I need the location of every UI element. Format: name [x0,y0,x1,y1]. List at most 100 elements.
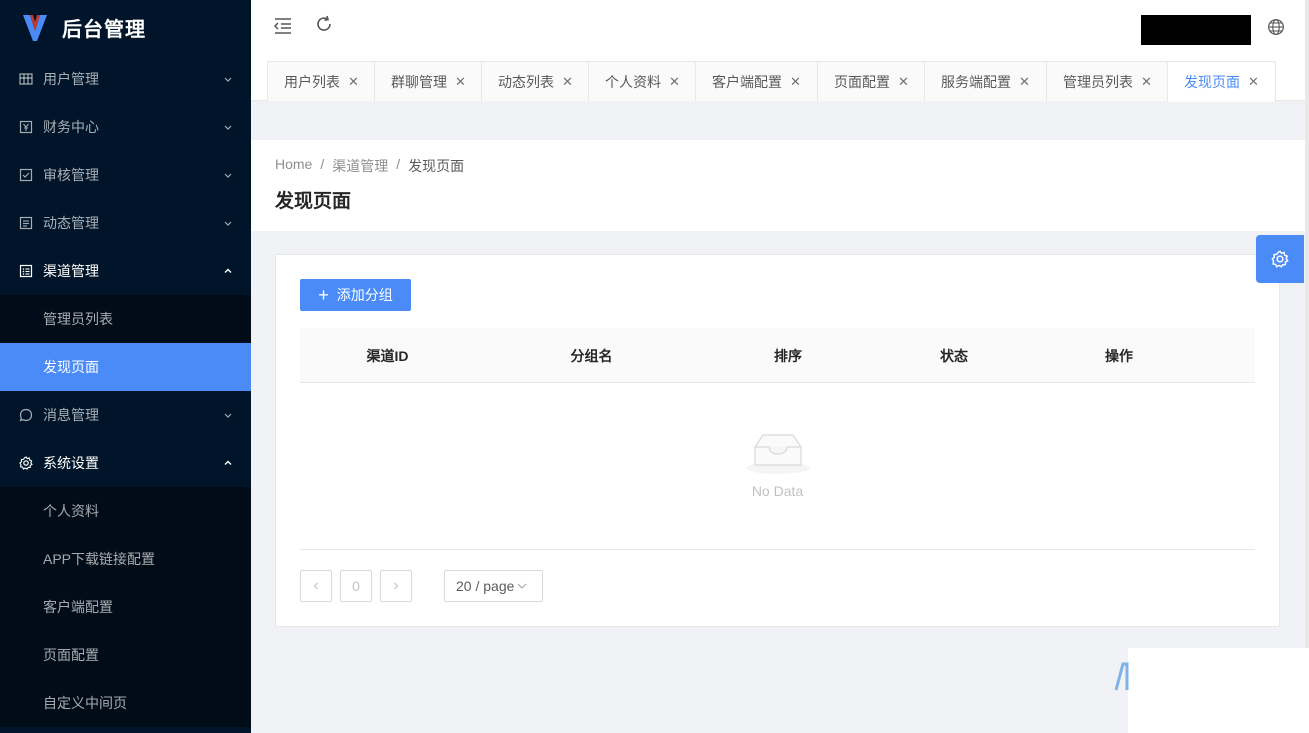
close-icon[interactable]: ✕ [1248,74,1259,90]
chevron-up-icon [223,458,233,468]
chevron-down-icon [223,410,233,420]
sidebar-item-custom-middle-page[interactable]: 自定义中间页 [0,679,251,727]
empty-text: No Data [751,483,804,499]
column-header-status[interactable]: 状态 [868,328,1040,383]
watermark-icon [1114,662,1129,691]
chevron-down-icon [223,218,233,228]
check-square-icon [19,168,33,182]
close-icon[interactable]: ✕ [790,74,801,90]
sidebar-item-label: 动态管理 [43,215,99,231]
globe-icon[interactable] [1267,18,1285,36]
tab-client-config[interactable]: 客户端配置 ✕ [695,61,818,101]
table-empty: No Data [300,383,1255,550]
tab-bar: 用户列表 ✕ 群聊管理 ✕ 动态列表 ✕ 个人资料 ✕ 客户端配置 ✕ 页面配置 ✕ 服务端… [251,56,1305,102]
setting-icon [19,456,33,470]
tab-profile[interactable]: 个人资料 ✕ [588,61,697,101]
tab-label: 群聊管理 [391,73,447,90]
close-icon[interactable]: ✕ [348,74,359,90]
sidebar-item-label: 系统设置 [43,455,99,471]
sidebar-item-review[interactable]: 审核管理 [0,151,251,199]
column-header-channel-id[interactable]: 渠道ID [300,328,475,383]
message-icon [19,408,33,422]
chevron-down-icon [223,122,233,132]
currency-icon [19,120,33,134]
tab-label: 服务端配置 [941,73,1011,90]
add-group-button[interactable]: + 添加分组 [300,279,411,311]
tab-group-chat[interactable]: 群聊管理 ✕ [374,61,483,101]
sidebar-item-label: 财务中心 [43,119,99,135]
profile-icon [19,264,33,278]
chevron-left-icon [313,582,318,590]
tab-label: 页面配置 [834,73,890,90]
close-icon[interactable]: ✕ [898,74,909,90]
tab-user-list[interactable]: 用户列表 ✕ [267,61,376,101]
sidebar-item-page-config[interactable]: 页面配置 [0,631,251,679]
breadcrumb-current: 发现页面 [408,158,465,174]
tab-server-config[interactable]: 服务端配置 ✕ [924,61,1047,101]
submenu-system-settings: 个人资料 APP下载链接配置 客户端配置 页面配置 自定义中间页 [0,487,251,727]
pagination: 0 20 / page [300,570,543,602]
sidebar-item-messages[interactable]: 消息管理 [0,391,251,439]
group-table: 渠道ID 分组名 排序 状态 操作 No Data [300,328,1255,550]
close-icon[interactable]: ✕ [1019,74,1030,90]
user-avatar-redacted[interactable] [1141,15,1251,45]
sidebar: 后台管理 用户管理 财务中心 审核管理 动态管理 渠道管理 管理员列表 发现页面… [0,0,251,733]
close-icon[interactable]: ✕ [1141,74,1152,90]
app-title: 后台管理 [62,19,146,41]
content-card: + 添加分组 渠道ID 分组名 排序 状态 操作 No Data 0 20 / … [275,254,1280,627]
logo-icon [23,14,47,41]
column-header-sort[interactable]: 排序 [708,328,868,383]
close-icon[interactable]: ✕ [455,74,466,90]
sidebar-item-moments[interactable]: 动态管理 [0,199,251,247]
sidebar-item-user-management[interactable]: 用户管理 [0,55,251,103]
breadcrumb-separator: / [396,156,401,172]
tab-discover-page[interactable]: 发现页面 ✕ [1167,61,1276,102]
tab-label: 管理员列表 [1063,73,1133,90]
sidebar-item-discover-page[interactable]: 发现页面 [0,343,251,391]
column-header-actions[interactable]: 操作 [1040,328,1198,383]
close-icon[interactable]: ✕ [562,74,573,90]
breadcrumb-channel[interactable]: 渠道管理 [332,156,388,176]
table-header: 渠道ID 分组名 排序 状态 操作 [300,328,1255,383]
breadcrumb: Home / 渠道管理 / 发现页面 [275,156,464,176]
breadcrumb-home[interactable]: Home [275,156,312,176]
sidebar-item-client-config[interactable]: 客户端配置 [0,583,251,631]
corner-overlay [1128,648,1309,733]
next-page-button[interactable] [380,570,412,602]
add-group-label: 添加分组 [336,287,393,303]
chevron-up-icon [223,266,233,276]
sidebar-item-label: 审核管理 [43,167,99,183]
sidebar-item-label: 用户管理 [43,71,99,87]
reload-icon[interactable] [314,14,334,34]
logo[interactable]: 后台管理 [0,0,251,55]
menu-fold-icon[interactable] [273,16,293,36]
breadcrumb-separator: / [320,156,325,172]
setting-icon [1271,250,1289,268]
sidebar-item-channel[interactable]: 渠道管理 [0,247,251,295]
tab-page-config[interactable]: 页面配置 ✕ [817,61,926,101]
tab-moments-list[interactable]: 动态列表 ✕ [481,61,590,101]
sidebar-item-profile[interactable]: 个人资料 [0,487,251,535]
theme-settings-button[interactable] [1256,235,1304,283]
page-size-value: 20 / page [456,578,515,594]
sidebar-item-finance[interactable]: 财务中心 [0,103,251,151]
tab-label: 用户列表 [284,73,340,90]
empty-inbox-icon [746,434,810,474]
prev-page-button[interactable] [300,570,332,602]
scrollbar[interactable] [1305,0,1309,733]
sidebar-item-system-settings[interactable]: 系统设置 [0,439,251,487]
chevron-down-icon [223,74,233,84]
file-list-icon [19,216,33,230]
sidebar-item-app-download-link[interactable]: APP下载链接配置 [0,535,251,583]
close-icon[interactable]: ✕ [669,74,680,90]
chevron-down-icon [516,578,528,594]
column-header-group-name[interactable]: 分组名 [475,328,708,383]
top-header [251,0,1305,56]
page-number[interactable]: 0 [340,570,372,602]
tab-label: 客户端配置 [712,73,782,90]
chevron-right-icon [394,582,399,590]
page-size-select[interactable]: 20 / page [444,570,543,602]
tab-admin-list[interactable]: 管理员列表 ✕ [1046,61,1169,101]
sidebar-item-label: 消息管理 [43,407,99,423]
sidebar-item-admin-list[interactable]: 管理员列表 [0,295,251,343]
